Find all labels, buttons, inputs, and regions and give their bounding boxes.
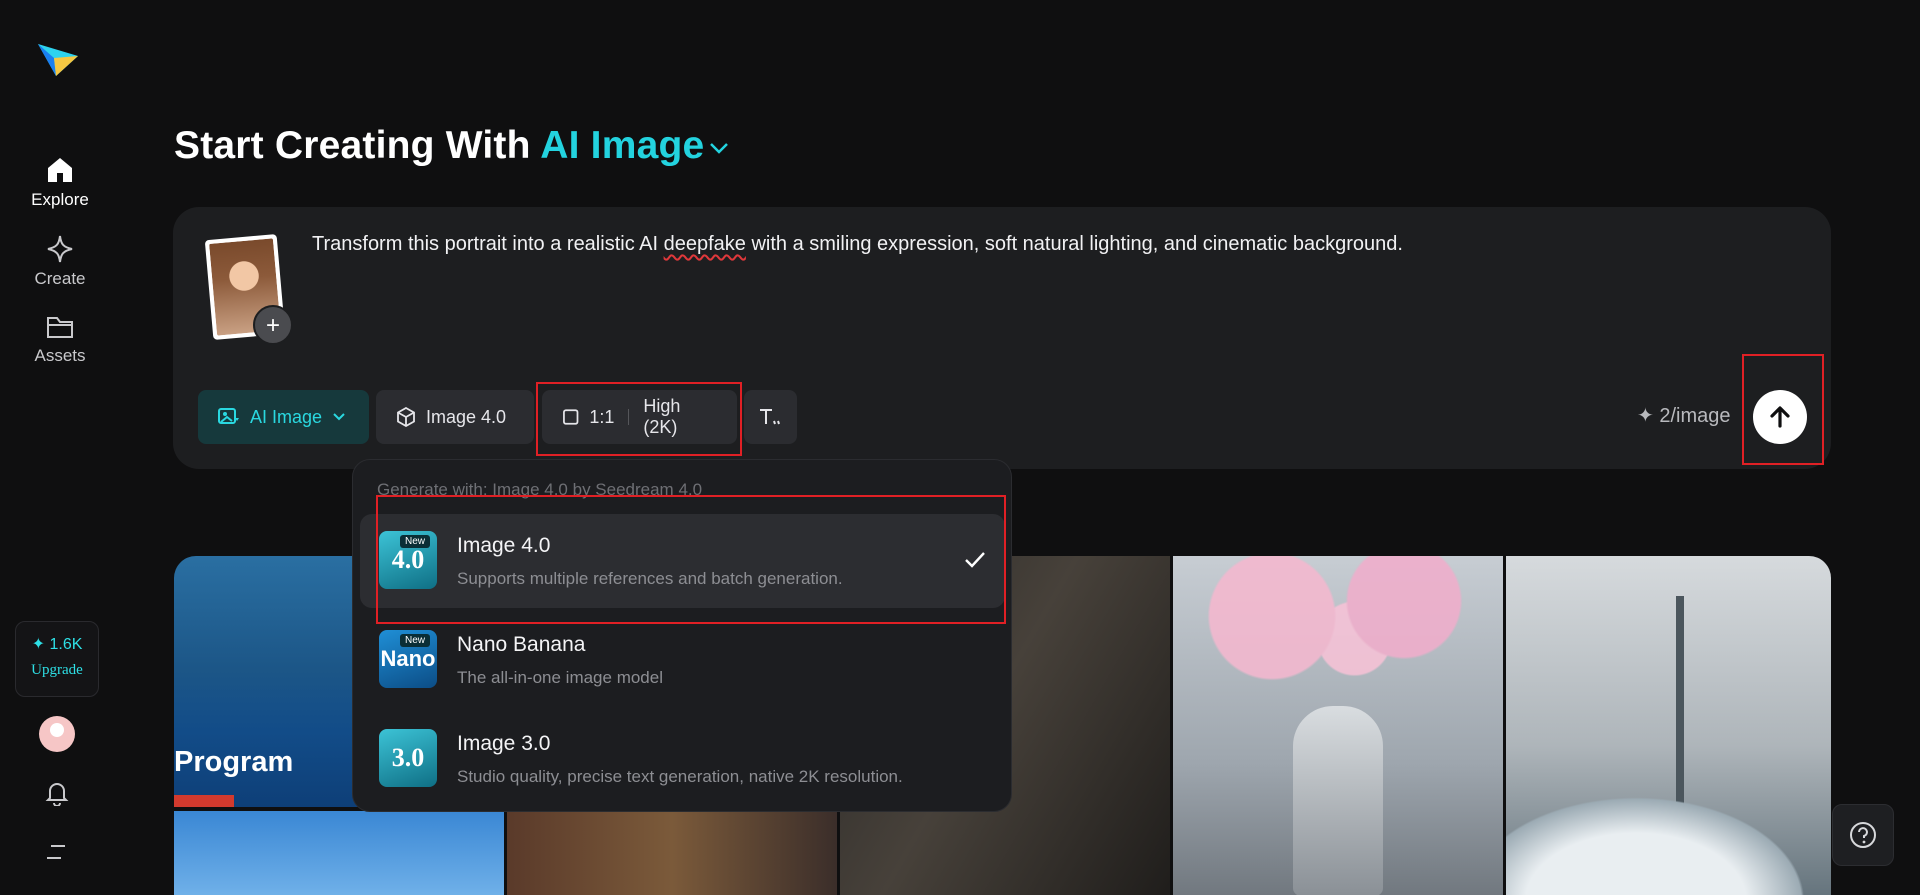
model-description: The all-in-one image model <box>457 668 663 687</box>
sidebar-item-assets[interactable]: Assets <box>0 314 120 366</box>
prompt-composer: + Transform this portrait into a realist… <box>173 207 1831 469</box>
model-description: Studio quality, precise text generation,… <box>457 767 903 786</box>
text-format-icon <box>760 409 780 425</box>
page-title: Start Creating With AI Image <box>174 124 730 168</box>
mode-dropdown-label: AI Image <box>250 406 323 427</box>
cherry-blossom-image <box>1173 556 1503 706</box>
avatar[interactable] <box>39 716 75 752</box>
model-dropdown-menu: Generate with: Image 4.0 by Seedream 4.0… <box>352 459 1012 812</box>
credit-cost: ✦ 2/image <box>1637 405 1731 427</box>
divider <box>628 409 630 425</box>
aspect-ratio-value: 1:1 <box>589 406 615 427</box>
new-badge: New <box>400 634 431 647</box>
text-style-button[interactable] <box>744 390 797 444</box>
gallery-card[interactable] <box>1506 556 1831 895</box>
help-button[interactable] <box>1832 804 1894 866</box>
wave-image <box>1506 781 1831 895</box>
dropdown-header: Generate with: Image 4.0 by Seedream 4.0 <box>377 480 703 499</box>
model-option-image-3[interactable]: 3.0 Image 3.0 Studio quality, precise te… <box>360 712 1005 806</box>
question-icon <box>1850 822 1876 848</box>
home-icon <box>48 158 72 182</box>
prompt-text: Transform this portrait into a realistic… <box>312 233 664 255</box>
gallery-card[interactable] <box>174 811 504 895</box>
model-option-image-4[interactable]: 4.0 New Image 4.0 Supports multiple refer… <box>360 514 1005 608</box>
model-option-nano-banana[interactable]: Nano New Nano Banana The all-in-one image… <box>360 613 1005 707</box>
generate-button[interactable] <box>1753 390 1807 444</box>
model-description: Supports multiple references and batch g… <box>457 569 843 588</box>
prompt-text-misspelled: deepfake <box>663 233 746 255</box>
mode-selector[interactable]: AI Image <box>540 124 730 167</box>
folder-icon <box>47 317 73 338</box>
chevron-down-icon <box>710 142 729 154</box>
new-badge: New <box>400 535 431 548</box>
model-name: Image 4.0 <box>457 534 551 557</box>
square-ratio-icon <box>563 409 579 425</box>
sidebar-item-create[interactable]: Create <box>0 235 120 289</box>
prompt-input[interactable]: Transform this portrait into a realistic… <box>312 233 1403 256</box>
image-4-model-icon: 4.0 New <box>379 531 437 589</box>
gallery-card[interactable] <box>507 811 837 895</box>
credits-balance: ✦ 1.6K <box>31 636 83 653</box>
mode-dropdown[interactable]: AI Image <box>198 390 369 444</box>
nano-banana-model-icon: Nano New <box>379 630 437 688</box>
aspect-quality-selector[interactable]: 1:1 High (2K) <box>542 390 737 444</box>
cube-icon <box>397 407 415 427</box>
upgrade-button[interactable]: ✦ 1.6K Upgrade <box>15 621 99 697</box>
checkmark-icon <box>965 552 985 568</box>
mode-selector-label: AI Image <box>540 124 705 167</box>
sidebar-item-label: Assets <box>34 346 86 365</box>
promo-text: Program <box>174 746 294 778</box>
chevron-down-icon <box>333 413 345 421</box>
model-name: Nano Banana <box>457 633 586 656</box>
model-dropdown[interactable]: Image 4.0 <box>376 390 534 444</box>
sparkle-icon <box>47 235 73 263</box>
sidebar-item-label: Create <box>34 269 86 288</box>
sidebar-item-explore[interactable]: Explore <box>0 156 120 210</box>
arrow-up-icon <box>1770 406 1790 428</box>
bell-icon[interactable] <box>45 780 69 806</box>
paper-plane-logo[interactable] <box>36 36 80 80</box>
ai-image-icon <box>218 408 239 424</box>
decoration <box>174 795 234 807</box>
model-name: Image 3.0 <box>457 732 551 755</box>
menu-icon[interactable] <box>45 842 69 862</box>
sidebar: Explore Create Assets ✦ 1.6K Upgrade <box>0 0 120 895</box>
add-reference-button[interactable]: + <box>253 305 293 345</box>
model-dropdown-label: Image 4.0 <box>426 406 507 427</box>
gallery-card[interactable] <box>1173 556 1503 895</box>
prompt-text: with a smiling expression, soft natural … <box>745 233 1403 255</box>
robot-image <box>1293 706 1383 895</box>
page-title-prefix: Start Creating With <box>174 124 541 167</box>
quality-value: High (2K) <box>643 396 681 437</box>
image-3-model-icon: 3.0 <box>379 729 437 787</box>
sidebar-item-label: Explore <box>31 190 89 209</box>
upgrade-label: Upgrade <box>31 662 83 678</box>
